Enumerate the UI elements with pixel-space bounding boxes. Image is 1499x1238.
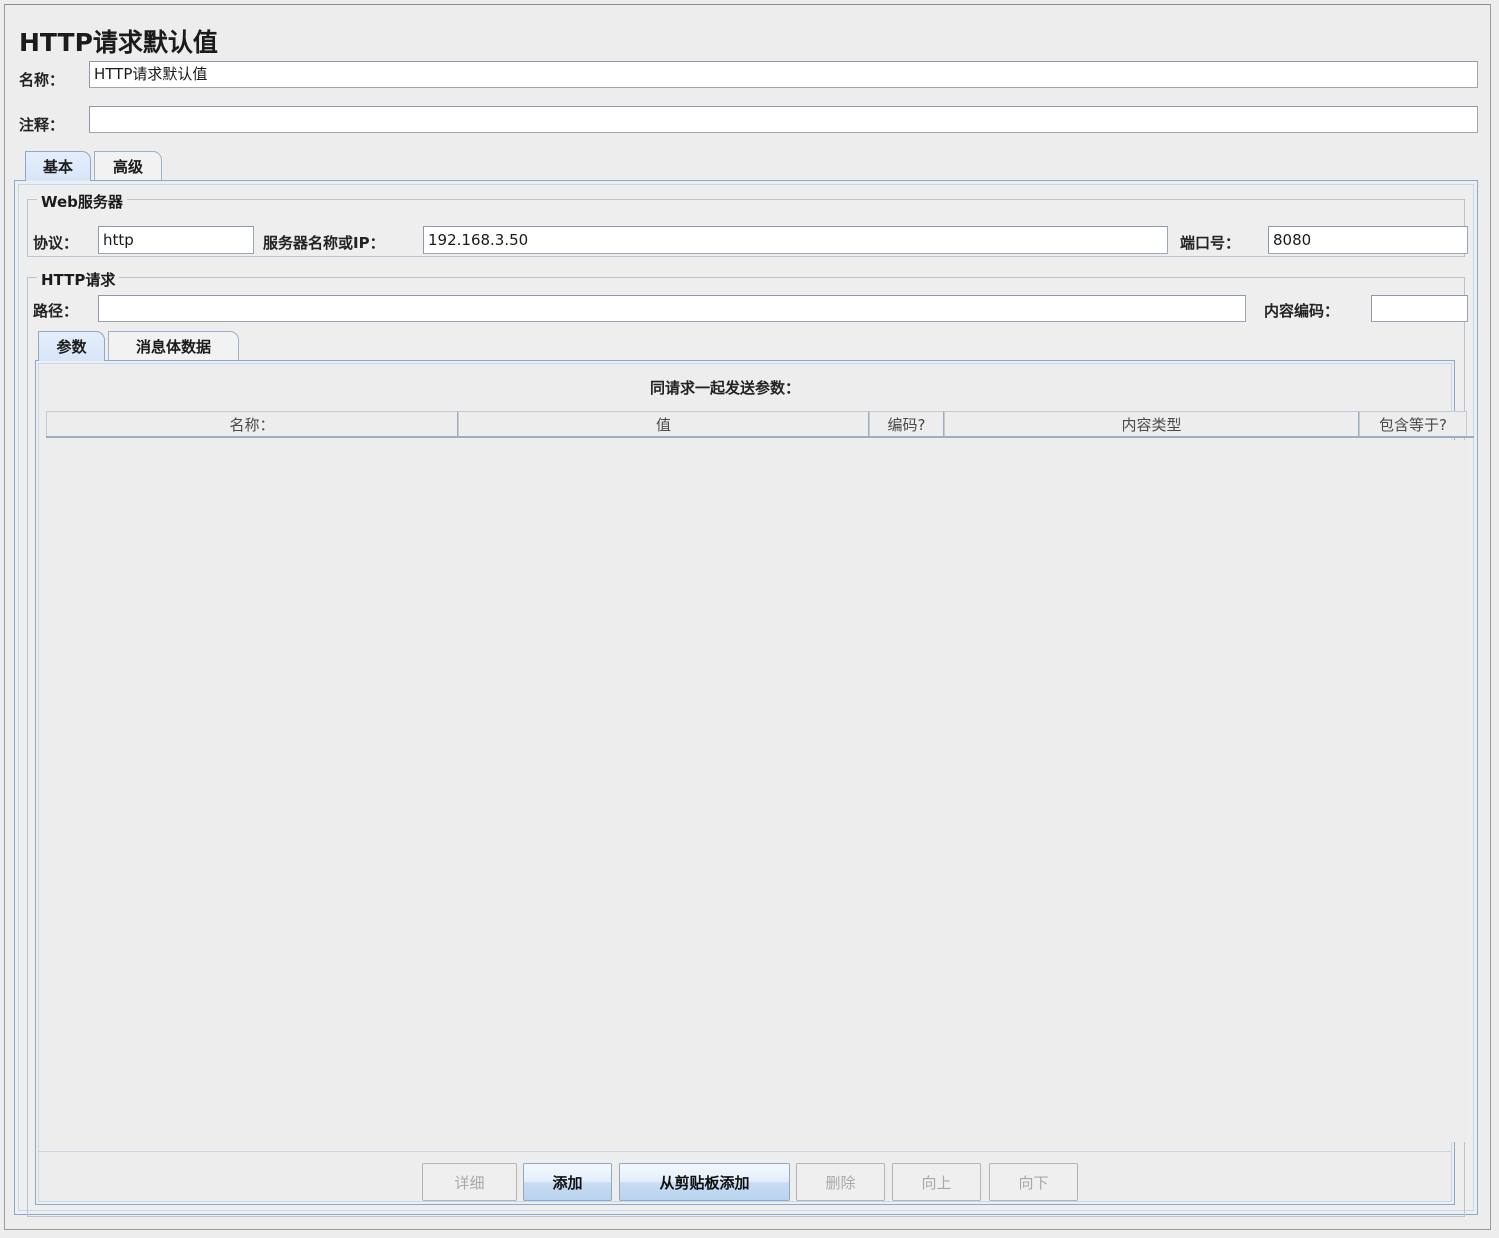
name-input[interactable]: HTTP请求默认值 <box>89 61 1478 88</box>
detail-button-label: 详细 <box>454 1172 484 1193</box>
http-request-group-title: HTTP请求 <box>37 269 119 290</box>
tab-basic[interactable]: 基本 <box>25 151 91 181</box>
port-label: 端口号： <box>1180 232 1240 253</box>
move-up-button[interactable]: 向上 <box>892 1163 981 1201</box>
column-header-name[interactable]: 名称： <box>46 411 458 436</box>
move-down-button-label: 向下 <box>1018 1172 1048 1193</box>
detail-button[interactable]: 详细 <box>422 1163 517 1201</box>
content-encoding-input[interactable] <box>1371 295 1468 322</box>
server-name-label: 服务器名称或IP： <box>263 232 385 253</box>
column-header-include-equals[interactable]: 包含等于? <box>1359 411 1467 436</box>
delete-button-label: 删除 <box>825 1172 855 1193</box>
column-header-encode[interactable]: 编码? <box>869 411 944 436</box>
add-from-clipboard-button-label: 从剪贴板添加 <box>659 1172 749 1193</box>
server-name-input-value: 192.168.3.50 <box>428 227 1163 253</box>
button-bar-separator <box>38 1151 1452 1152</box>
add-button-label: 添加 <box>552 1172 582 1193</box>
port-input[interactable]: 8080 <box>1268 226 1468 254</box>
delete-button[interactable]: 删除 <box>796 1163 885 1201</box>
protocol-input-value: http <box>103 227 249 253</box>
comment-input-value <box>94 107 1473 132</box>
page-title: HTTP请求默认值 <box>19 23 218 59</box>
port-input-value: 8080 <box>1273 227 1463 253</box>
name-input-value: HTTP请求默认值 <box>94 62 1473 87</box>
http-request-defaults-window: HTTP请求默认值 名称： HTTP请求默认值 注释： 基本 高级 Web服务器… <box>4 4 1491 1230</box>
add-from-clipboard-button[interactable]: 从剪贴板添加 <box>619 1163 790 1201</box>
content-encoding-label: 内容编码： <box>1264 300 1339 321</box>
move-down-button[interactable]: 向下 <box>989 1163 1078 1201</box>
protocol-label: 协议： <box>33 232 78 253</box>
tab-advanced-label: 高级 <box>113 156 143 177</box>
server-name-input[interactable]: 192.168.3.50 <box>423 226 1168 254</box>
tab-body-data-label: 消息体数据 <box>136 336 211 357</box>
column-header-content-type[interactable]: 内容类型 <box>944 411 1359 436</box>
column-header-value[interactable]: 值 <box>458 411 869 436</box>
params-table-body[interactable] <box>46 440 1467 1142</box>
params-table-header: 名称： 值 编码? 内容类型 包含等于? <box>46 411 1474 438</box>
path-input[interactable] <box>98 295 1246 322</box>
content-encoding-input-value <box>1376 296 1463 321</box>
comment-input[interactable] <box>89 106 1478 133</box>
params-table-caption: 同请求一起发送参数： <box>650 377 800 398</box>
tab-parameters[interactable]: 参数 <box>38 331 105 361</box>
tab-basic-label: 基本 <box>43 156 73 177</box>
path-label: 路径： <box>33 300 78 321</box>
web-server-group-title: Web服务器 <box>37 191 127 212</box>
tab-advanced[interactable]: 高级 <box>94 151 162 181</box>
tab-parameters-label: 参数 <box>56 336 86 357</box>
move-up-button-label: 向上 <box>921 1172 951 1193</box>
protocol-input[interactable]: http <box>98 226 254 254</box>
name-label: 名称： <box>19 69 64 90</box>
comment-label: 注释： <box>19 114 64 135</box>
add-button[interactable]: 添加 <box>523 1163 612 1201</box>
tab-body-data[interactable]: 消息体数据 <box>108 331 239 361</box>
path-input-value <box>103 296 1241 321</box>
